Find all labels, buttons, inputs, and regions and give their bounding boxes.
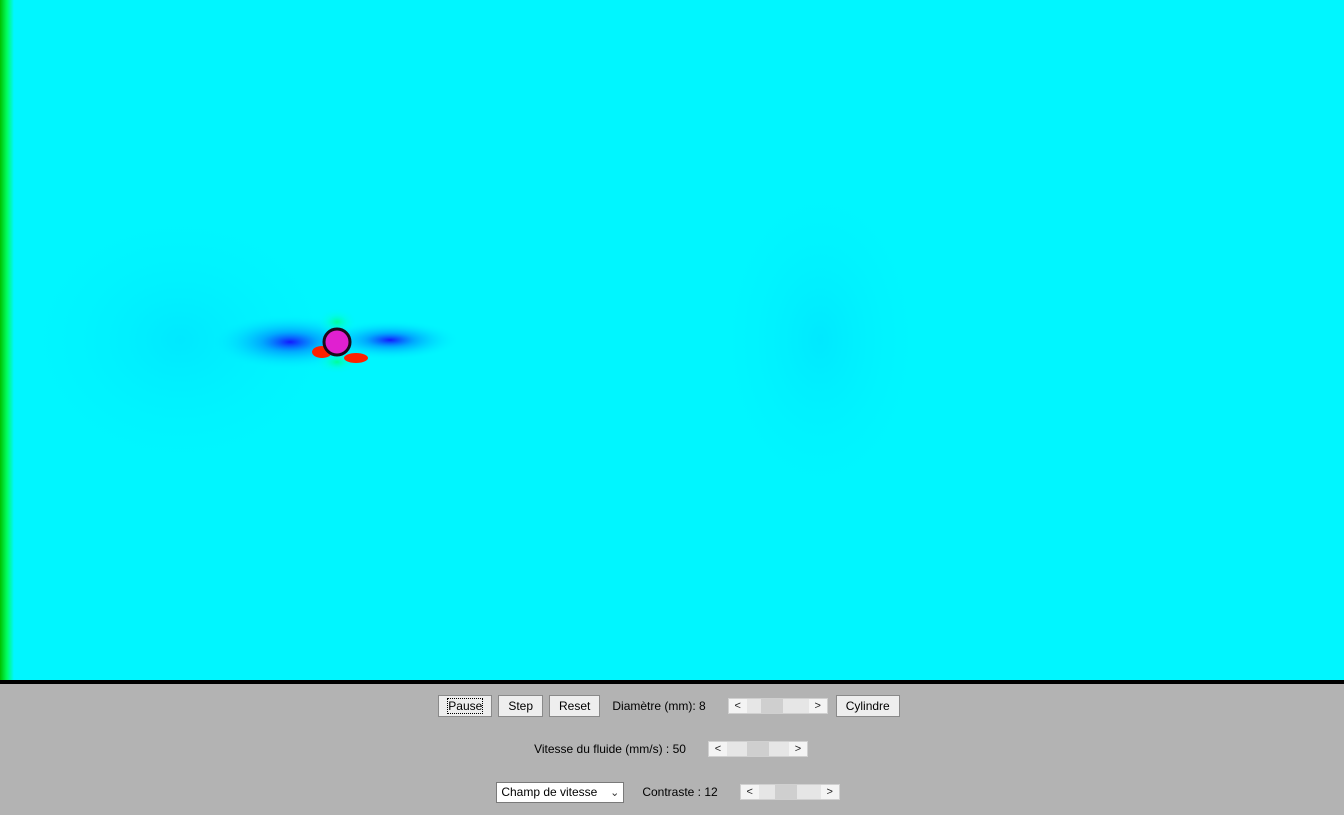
pause-button[interactable]: Pause <box>438 695 493 717</box>
contrast-increase-arrow-icon[interactable]: > <box>820 785 839 799</box>
speed-decrease-arrow-icon[interactable]: < <box>708 742 727 756</box>
cylinder-obstacle[interactable] <box>322 327 352 357</box>
pause-button-label: Pause <box>447 698 484 714</box>
velocity-field <box>0 0 1344 680</box>
diameter-thumb[interactable] <box>760 699 783 713</box>
reset-button[interactable]: Reset <box>549 695 601 717</box>
step-button[interactable]: Step <box>498 695 543 717</box>
diameter-scrollbar[interactable]: < > <box>727 698 828 714</box>
reset-button-label: Reset <box>559 699 591 713</box>
contrast-scrollbar[interactable]: < > <box>739 784 840 800</box>
speed-track[interactable] <box>726 742 789 756</box>
red-vortex-right <box>344 353 368 363</box>
faint-wave-right <box>710 170 930 510</box>
speed-label: Vitesse du fluide (mm/s) : 50 <box>534 742 686 756</box>
control-row-speed: Vitesse du fluide (mm/s) : 50 < > <box>0 738 1344 760</box>
speed-increase-arrow-icon[interactable]: > <box>788 742 807 756</box>
speed-scrollbar[interactable]: < > <box>707 741 808 757</box>
chevron-down-icon: ⌄ <box>610 786 620 799</box>
cylinder-button-label: Cylindre <box>845 699 890 713</box>
contrast-track[interactable] <box>758 785 821 799</box>
cylinder-button[interactable]: Cylindre <box>835 695 900 717</box>
speed-thumb[interactable] <box>746 742 769 756</box>
step-button-label: Step <box>508 699 533 713</box>
field-type-select[interactable]: Champ de vitesse ⌄ <box>496 781 625 803</box>
control-row-simulation: Pause Step Reset Diamètre (mm): 8 < > Cy… <box>0 695 1344 717</box>
flow-simulation-canvas[interactable] <box>0 0 1344 684</box>
field-type-value: Champ de vitesse <box>501 785 598 799</box>
contrast-label: Contraste : 12 <box>642 785 718 799</box>
control-panel: Pause Step Reset Diamètre (mm): 8 < > Cy… <box>0 684 1344 815</box>
control-row-display: Champ de vitesse ⌄ Contraste : 12 < > <box>0 781 1344 803</box>
contrast-thumb[interactable] <box>774 785 797 799</box>
diameter-track[interactable] <box>746 699 809 713</box>
contrast-decrease-arrow-icon[interactable]: < <box>740 785 759 799</box>
diameter-increase-arrow-icon[interactable]: > <box>808 699 827 713</box>
diameter-label: Diamètre (mm): 8 <box>612 699 706 713</box>
diameter-decrease-arrow-icon[interactable]: < <box>728 699 747 713</box>
